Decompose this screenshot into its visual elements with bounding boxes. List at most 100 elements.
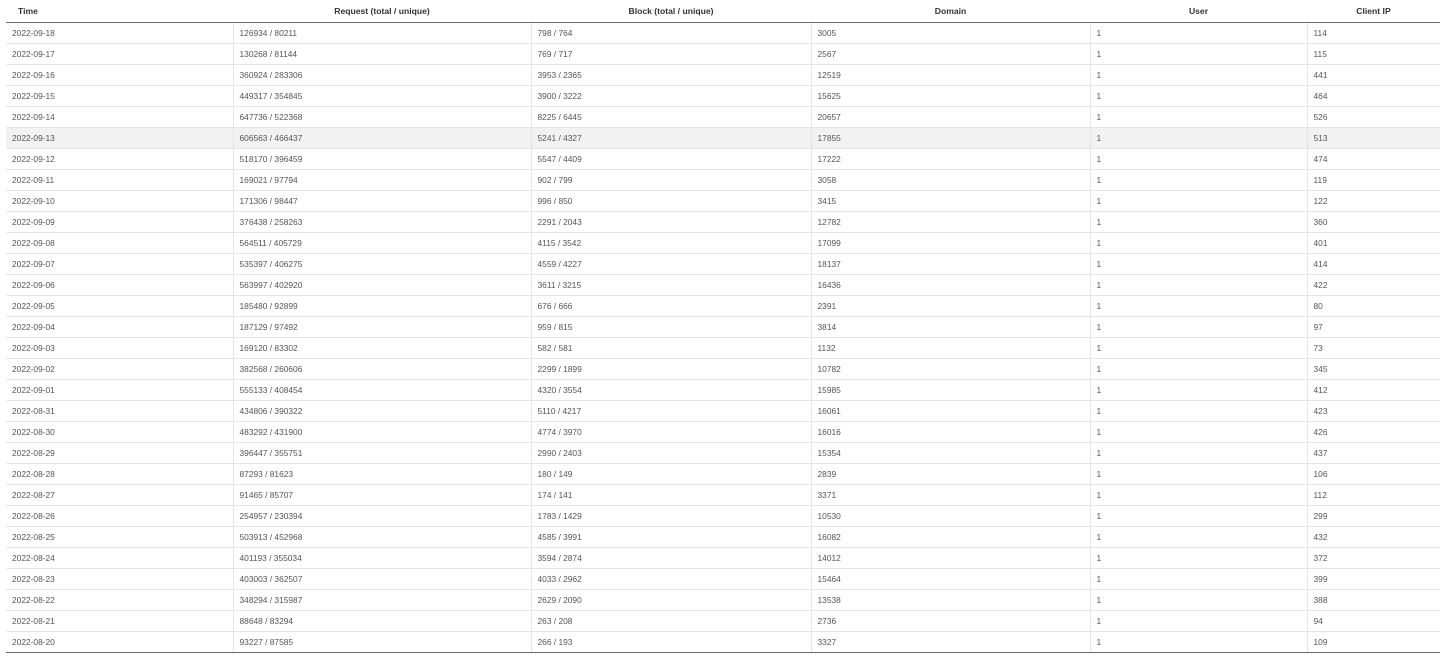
- table-body: 2022-09-18 126934 / 80211 798 / 764 3005 1 11…: [6, 22, 1440, 653]
- cell-domain: 16082: [810, 526, 1090, 548]
- cell-block: 4033 / 2962: [530, 568, 811, 590]
- table-row[interactable]: 2022-09-03 169120 / 83302 582 / 581 1132 1 73: [6, 337, 1440, 359]
- cell-request: 88648 / 83294: [232, 610, 531, 632]
- table-row[interactable]: 2022-09-11 169021 / 97794 902 / 799 3058 1 11…: [6, 169, 1440, 191]
- cell-client-ip: 97: [1306, 316, 1440, 338]
- table-row[interactable]: 2022-08-27 91465 / 85707 174 / 141 3371 1 112: [6, 484, 1440, 506]
- table-row[interactable]: 2022-08-30 483292 / 431900 4774 / 3970 1601…: [6, 421, 1440, 443]
- cell-block: 8225 / 6445: [530, 106, 811, 128]
- cell-time: 2022-09-02: [6, 358, 233, 380]
- cell-domain: 3415: [810, 190, 1090, 212]
- table-row[interactable]: 2022-08-25 503913 / 452968 4585 / 3991 1608…: [6, 526, 1440, 548]
- column-header-block[interactable]: Block (total / unique): [531, 0, 811, 23]
- cell-request: 606563 / 466437: [232, 127, 531, 149]
- table-row[interactable]: 2022-08-31 434806 / 390322 5110 / 4217 1606…: [6, 400, 1440, 422]
- cell-request: 130268 / 81144: [232, 43, 531, 65]
- cell-block: 3900 / 3222: [530, 85, 811, 107]
- cell-client-ip: 73: [1306, 337, 1440, 359]
- table-row[interactable]: 2022-08-20 93227 / 87585 266 / 193 3327 1 109: [6, 631, 1440, 653]
- table-row[interactable]: 2022-09-18 126934 / 80211 798 / 764 3005 1 11…: [6, 22, 1440, 44]
- cell-user: 1: [1089, 274, 1307, 296]
- cell-request: 87293 / 81623: [232, 463, 531, 485]
- cell-request: 171306 / 98447: [232, 190, 531, 212]
- cell-request: 93227 / 87585: [232, 631, 531, 653]
- table-row[interactable]: 2022-09-15 449317 / 354845 3900 / 3222 1562…: [6, 85, 1440, 107]
- cell-block: 5110 / 4217: [530, 400, 811, 422]
- column-header-user[interactable]: User: [1090, 0, 1307, 23]
- cell-domain: 2736: [810, 610, 1090, 632]
- cell-block: 5241 / 4327: [530, 127, 811, 149]
- cell-user: 1: [1089, 211, 1307, 233]
- table-row[interactable]: 2022-09-14 647736 / 522368 8225 / 6445 2065…: [6, 106, 1440, 128]
- cell-domain: 3058: [810, 169, 1090, 191]
- table-row[interactable]: 2022-09-17 130268 / 81144 769 / 717 2567 1 11…: [6, 43, 1440, 65]
- column-header-client-ip[interactable]: Client IP: [1307, 0, 1440, 23]
- cell-user: 1: [1089, 169, 1307, 191]
- table-row[interactable]: 2022-09-02 382568 / 260606 2299 / 1899 1078…: [6, 358, 1440, 380]
- table-row[interactable]: 2022-09-01 555133 / 408454 4320 / 3554 1598…: [6, 379, 1440, 401]
- cell-domain: 15464: [810, 568, 1090, 590]
- cell-block: 4320 / 3554: [530, 379, 811, 401]
- column-header-request[interactable]: Request (total / unique): [233, 0, 531, 23]
- cell-time: 2022-09-01: [6, 379, 233, 401]
- cell-request: 518170 / 396459: [232, 148, 531, 170]
- cell-request: 254957 / 230394: [232, 505, 531, 527]
- cell-time: 2022-08-22: [6, 589, 233, 611]
- cell-user: 1: [1089, 568, 1307, 590]
- cell-user: 1: [1089, 631, 1307, 653]
- table-row[interactable]: 2022-09-07 535397 / 406275 4559 / 4227 1813…: [6, 253, 1440, 275]
- table-row[interactable]: 2022-08-22 348294 / 315987 2629 / 2090 1353…: [6, 589, 1440, 611]
- cell-domain: 1132: [810, 337, 1090, 359]
- cell-domain: 3814: [810, 316, 1090, 338]
- table-row[interactable]: 2022-08-24 401193 / 355034 3594 / 2874 1401…: [6, 547, 1440, 569]
- cell-user: 1: [1089, 442, 1307, 464]
- cell-domain: 20657: [810, 106, 1090, 128]
- table-row[interactable]: 2022-08-23 403003 / 362507 4033 / 2962 1546…: [6, 568, 1440, 590]
- table-row[interactable]: 2022-09-08 564511 / 405729 4115 / 3542 1709…: [6, 232, 1440, 254]
- cell-client-ip: 423: [1306, 400, 1440, 422]
- table-row[interactable]: 2022-09-12 518170 / 396459 5547 / 4409 1722…: [6, 148, 1440, 170]
- cell-user: 1: [1089, 43, 1307, 65]
- cell-time: 2022-09-11: [6, 169, 233, 191]
- cell-request: 396447 / 355751: [232, 442, 531, 464]
- cell-block: 676 / 666: [530, 295, 811, 317]
- column-header-time[interactable]: Time: [6, 0, 233, 23]
- table-row[interactable]: 2022-09-09 376438 / 258263 2291 / 2043 1278…: [6, 211, 1440, 233]
- table-row[interactable]: 2022-09-06 563997 / 402920 3611 / 3215 1643…: [6, 274, 1440, 296]
- table-row[interactable]: 2022-08-28 87293 / 81623 180 / 149 2839 1 106: [6, 463, 1440, 485]
- cell-request: 403003 / 362507: [232, 568, 531, 590]
- cell-user: 1: [1089, 463, 1307, 485]
- cell-domain: 3005: [810, 22, 1090, 44]
- cell-time: 2022-09-15: [6, 85, 233, 107]
- table-row[interactable]: 2022-09-10 171306 / 98447 996 / 850 3415 1 12…: [6, 190, 1440, 212]
- cell-client-ip: 112: [1306, 484, 1440, 506]
- cell-time: 2022-09-18: [6, 22, 233, 44]
- cell-client-ip: 372: [1306, 547, 1440, 569]
- table-row[interactable]: 2022-09-16 360924 / 283306 3953 / 2365 1251…: [6, 64, 1440, 86]
- cell-block: 582 / 581: [530, 337, 811, 359]
- cell-user: 1: [1089, 337, 1307, 359]
- cell-block: 174 / 141: [530, 484, 811, 506]
- cell-domain: 18137: [810, 253, 1090, 275]
- table-row[interactable]: 2022-08-21 88648 / 83294 263 / 208 2736 1 94: [6, 610, 1440, 632]
- cell-block: 2629 / 2090: [530, 589, 811, 611]
- cell-time: 2022-09-09: [6, 211, 233, 233]
- table-header: Time Request (total / unique) Block (tot…: [6, 0, 1440, 23]
- table-row[interactable]: 2022-09-04 187129 / 97492 959 / 815 3814 1 97: [6, 316, 1440, 338]
- cell-time: 2022-08-26: [6, 505, 233, 527]
- cell-request: 360924 / 283306: [232, 64, 531, 86]
- table-row[interactable]: 2022-09-05 185480 / 92899 676 / 666 2391 1 80: [6, 295, 1440, 317]
- cell-user: 1: [1089, 316, 1307, 338]
- cell-request: 564511 / 405729: [232, 232, 531, 254]
- table-row[interactable]: 2022-08-26 254957 / 230394 1783 / 1429 1053…: [6, 505, 1440, 527]
- cell-domain: 17855: [810, 127, 1090, 149]
- cell-user: 1: [1089, 190, 1307, 212]
- cell-block: 4115 / 3542: [530, 232, 811, 254]
- cell-client-ip: 115: [1306, 43, 1440, 65]
- column-header-domain[interactable]: Domain: [811, 0, 1090, 23]
- cell-time: 2022-09-17: [6, 43, 233, 65]
- cell-domain: 14012: [810, 547, 1090, 569]
- table-row[interactable]: 2022-09-13 606563 / 466437 5241 / 4327 1785…: [6, 127, 1440, 149]
- cell-domain: 2567: [810, 43, 1090, 65]
- table-row[interactable]: 2022-08-29 396447 / 355751 2990 / 2403 1535…: [6, 442, 1440, 464]
